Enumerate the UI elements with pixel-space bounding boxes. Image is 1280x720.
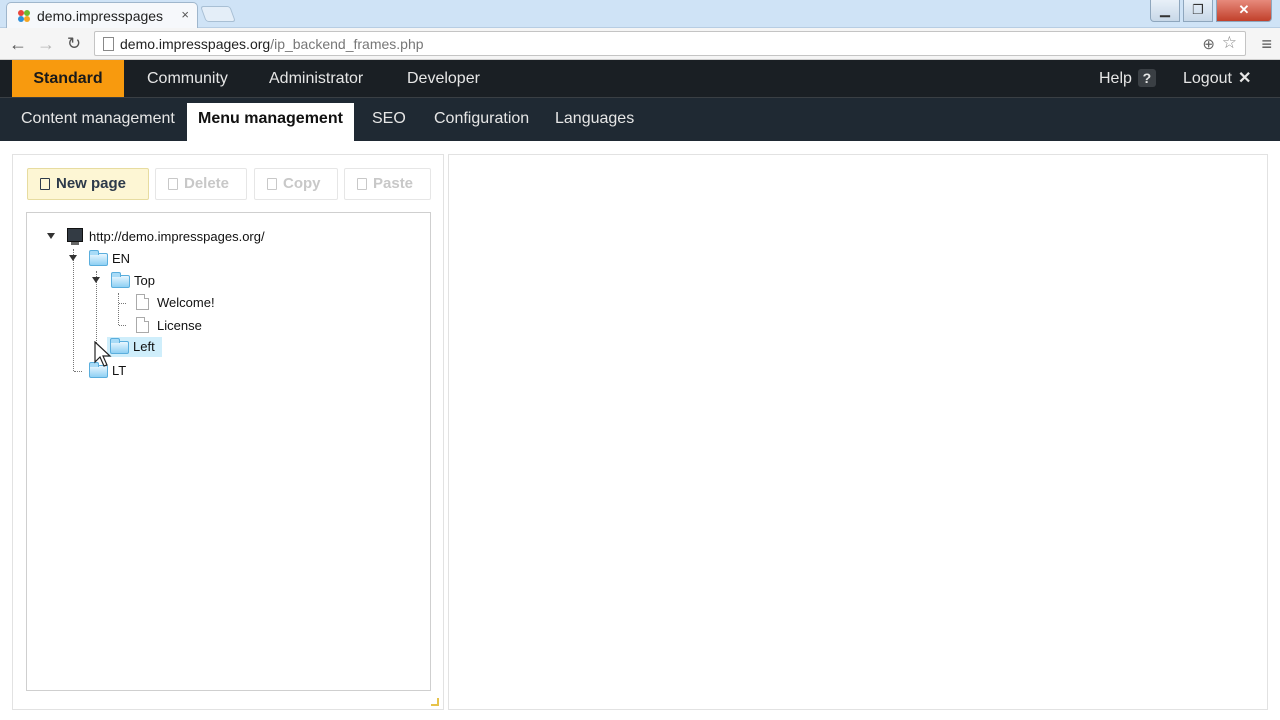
tree-connector [119, 325, 126, 326]
resize-handle-icon[interactable] [431, 698, 439, 706]
tab-menu-management[interactable]: Menu management [187, 103, 354, 141]
browser-tab[interactable]: demo.impresspages × [6, 2, 198, 28]
trash-icon [168, 178, 178, 190]
new-page-label: New page [56, 175, 127, 192]
tab-content-management[interactable]: Content management [10, 103, 186, 141]
tree-node-left-selected[interactable]: Left [107, 337, 162, 357]
copy-label: Copy [283, 175, 321, 192]
delete-label: Delete [184, 175, 230, 192]
sub-navigation: Content management Menu management SEO C… [0, 98, 1280, 141]
tree-node-lt[interactable]: LT [112, 363, 126, 378]
url-host: demo.impresspages.org [120, 36, 271, 52]
menu-tree: http://demo.impresspages.org/ EN Top Wel… [26, 212, 431, 691]
logout-button[interactable]: Logout ✕ [1161, 60, 1273, 97]
url-text: demo.impresspages.org/ip_backend_frames.… [120, 36, 424, 52]
tree-connector [118, 293, 119, 325]
expand-arrow-icon[interactable] [92, 277, 100, 283]
new-page-button[interactable]: New page [27, 168, 149, 200]
window-maximize-button[interactable]: ❐ [1183, 0, 1213, 22]
delete-button[interactable]: Delete [155, 168, 247, 200]
page-properties-panel [448, 154, 1268, 710]
tree-node-en[interactable]: EN [112, 251, 130, 266]
monitor-icon [67, 228, 83, 245]
new-tab-button[interactable] [200, 6, 236, 22]
address-bar[interactable]: demo.impresspages.org/ip_backend_frames.… [94, 31, 1246, 56]
page-icon [136, 317, 149, 333]
copy-button[interactable]: Copy [254, 168, 338, 200]
expand-arrow-icon[interactable] [47, 233, 55, 239]
expand-arrow-icon[interactable] [69, 255, 77, 261]
zoom-icon[interactable]: ⊕ [1202, 35, 1215, 53]
browser-menu-icon[interactable]: ≡ [1261, 34, 1272, 55]
tree-connector [119, 303, 126, 304]
topnav-standard[interactable]: Standard [12, 60, 124, 97]
copy-icon [267, 178, 277, 190]
paste-icon [357, 178, 367, 190]
paste-button[interactable]: Paste [344, 168, 431, 200]
page-icon [103, 37, 114, 51]
mouse-cursor-icon [94, 341, 112, 367]
tree-node-left-label: Left [133, 339, 155, 354]
help-icon: ? [1137, 69, 1156, 87]
page-icon [136, 294, 149, 310]
logout-label: Logout [1183, 70, 1232, 87]
impresspages-favicon-icon [18, 10, 30, 22]
tree-connector [73, 249, 74, 371]
tab-seo[interactable]: SEO [361, 103, 417, 141]
tab-title: demo.impresspages [37, 8, 164, 24]
browser-toolbar: ← → ↻ demo.impresspages.org/ip_backend_f… [0, 28, 1280, 60]
back-icon[interactable]: ← [6, 32, 30, 56]
tab-languages[interactable]: Languages [544, 103, 645, 141]
tree-node-welcome[interactable]: Welcome! [157, 295, 215, 310]
tab-configuration[interactable]: Configuration [423, 103, 540, 141]
help-label: Help [1099, 70, 1132, 87]
topnav-community[interactable]: Community [125, 60, 250, 97]
browser-titlebar: demo.impresspages × ▁ ❐ ✕ [0, 0, 1280, 28]
tree-node-top[interactable]: Top [134, 273, 155, 288]
topnav-administrator[interactable]: Administrator [247, 60, 385, 97]
page-icon [40, 178, 50, 190]
folder-icon [89, 250, 108, 266]
folder-icon [111, 272, 130, 288]
tree-node-root[interactable]: http://demo.impresspages.org/ [89, 229, 265, 244]
topnav-developer[interactable]: Developer [385, 60, 502, 97]
url-path: /ip_backend_frames.php [270, 36, 424, 52]
paste-label: Paste [373, 175, 414, 192]
forward-icon[interactable]: → [34, 32, 58, 56]
tree-connector [74, 371, 82, 372]
window-minimize-button[interactable]: ▁ [1150, 0, 1180, 22]
tree-node-license[interactable]: License [157, 318, 202, 333]
top-navigation: Standard Community Administrator Develop… [0, 60, 1280, 98]
menu-tree-panel: New page Delete Copy Paste http://demo.i… [12, 154, 444, 710]
window-close-button[interactable]: ✕ [1216, 0, 1272, 22]
bookmark-star-icon[interactable]: ☆ [1222, 33, 1237, 53]
close-icon: ✕ [1237, 70, 1252, 87]
reload-icon[interactable]: ↻ [62, 32, 86, 56]
tab-close-icon[interactable]: × [181, 7, 189, 22]
